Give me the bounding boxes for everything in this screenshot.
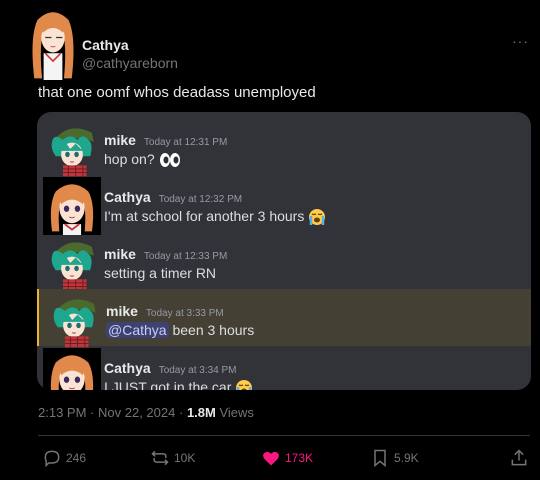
action-bar: 246 10K 173K 5.9K: [0, 448, 540, 470]
more-options-icon[interactable]: ···: [512, 33, 529, 49]
reply-count: 246: [66, 451, 87, 465]
message-timestamp: Today at 3:34 PM: [158, 365, 237, 376]
share-button[interactable]: [509, 448, 529, 468]
bookmark-count: 5.9K: [394, 451, 419, 465]
reply-button[interactable]: 246: [42, 448, 86, 468]
message-author: Cathya: [104, 189, 151, 205]
message-timestamp: Today at 12:32 PM: [158, 194, 243, 205]
chat-message-highlighted: mike Today at 3:33 PM @Cathya been 3 hour…: [37, 289, 531, 349]
bookmark-icon: [374, 449, 386, 468]
message-text: @Cathya been 3 hours: [106, 322, 255, 338]
author-display-name[interactable]: Cathya: [82, 37, 178, 54]
chat-message: mike Today at 12:31 PM hop on?: [37, 118, 531, 178]
mike-avatar: [42, 120, 102, 178]
tweet-text: that one oomf whos deadass unemployed: [38, 84, 316, 101]
user-mention: @Cathya: [106, 322, 169, 338]
message-text: I'm at school for another 3 hours: [104, 208, 326, 226]
cathya-avatar: [42, 177, 102, 235]
message-timestamp: Today at 3:33 PM: [145, 308, 224, 319]
like-count: 173K: [285, 451, 314, 465]
tweet-meta: 2:13 PM · Nov 22, 2024 · 1.8M Views: [38, 405, 254, 420]
like-button[interactable]: 173K: [261, 448, 313, 468]
message-author: mike: [106, 303, 138, 319]
chat-message: mike Today at 12:33 PM setting a timer RN: [37, 232, 531, 292]
repost-count: 10K: [174, 451, 196, 465]
author-handle[interactable]: @cathyareborn: [82, 54, 178, 72]
bookmark-button[interactable]: 5.9K: [370, 448, 419, 468]
share-icon: [511, 449, 527, 466]
loudly-crying-emoji-icon: [309, 209, 326, 226]
tweet-date[interactable]: Nov 22, 2024: [98, 405, 175, 420]
cathya-avatar: [42, 348, 102, 390]
views-label: Views: [219, 405, 254, 420]
eyes-emoji-icon: [159, 153, 180, 168]
message-author: mike: [104, 132, 136, 148]
author-avatar[interactable]: [28, 6, 78, 80]
message-author: Cathya: [104, 360, 151, 376]
reply-icon: [44, 450, 60, 468]
attached-image[interactable]: mike Today at 12:31 PM hop on? Cathya Toda…: [37, 112, 531, 390]
mike-avatar: [44, 291, 104, 349]
chat-message: Cathya Today at 12:32 PM I'm at school fo…: [37, 175, 531, 235]
views-count: 1.8M: [186, 405, 216, 420]
message-timestamp: Today at 12:31 PM: [143, 137, 228, 148]
message-text: setting a timer RN: [104, 265, 217, 281]
loudly-crying-emoji-icon: [236, 380, 253, 390]
message-text: I JUST got in the car: [104, 379, 253, 390]
message-text: hop on?: [104, 151, 181, 168]
mike-avatar: [42, 234, 102, 292]
repost-icon: [151, 450, 169, 466]
message-author: mike: [104, 246, 136, 262]
heart-filled-icon: [263, 451, 279, 466]
chat-message: Cathya Today at 3:34 PM I JUST got in the…: [37, 346, 531, 390]
tweet-author[interactable]: Cathya @cathyareborn: [82, 37, 178, 72]
repost-button[interactable]: 10K: [150, 448, 195, 468]
message-timestamp: Today at 12:33 PM: [143, 251, 228, 262]
tweet-time[interactable]: 2:13 PM: [38, 405, 86, 420]
divider: [38, 435, 530, 436]
